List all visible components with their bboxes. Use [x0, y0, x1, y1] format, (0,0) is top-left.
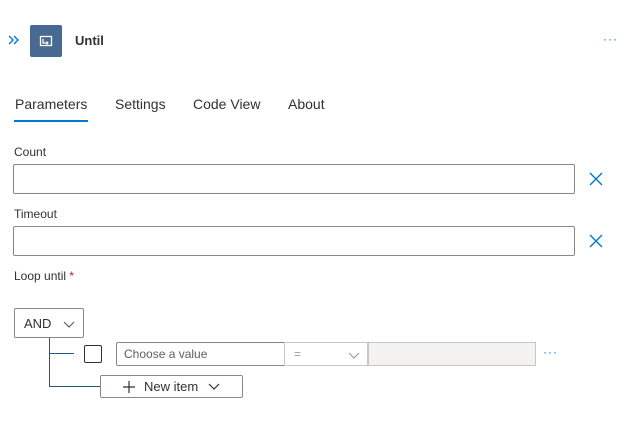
clear-timeout-icon[interactable] [587, 232, 605, 250]
timeout-label: Timeout [14, 207, 57, 221]
condition-row-checkbox[interactable] [84, 345, 102, 363]
operator-value: = [294, 347, 302, 361]
tab-parameters[interactable]: Parameters [15, 96, 87, 112]
tab-settings[interactable]: Settings [115, 96, 166, 112]
plus-icon [122, 380, 136, 394]
count-label: Count [14, 145, 47, 159]
chevron-down-icon [63, 318, 75, 333]
group-operator-select[interactable]: AND [14, 308, 84, 338]
chevron-down-icon [208, 382, 220, 392]
group-operator-value: AND [24, 315, 52, 331]
required-marker: * [69, 269, 75, 283]
new-item-label: New item [144, 379, 199, 394]
clear-count-icon[interactable] [587, 170, 605, 188]
tree-connector-new-item [49, 386, 100, 387]
tree-connector-row [49, 353, 74, 354]
tab-about[interactable]: About [288, 96, 325, 112]
count-input[interactable] [13, 164, 575, 194]
chevron-down-icon [348, 350, 360, 364]
right-value-input[interactable] [368, 342, 536, 366]
row-more-options-icon[interactable]: ··· [543, 345, 558, 359]
expand-panel-icon[interactable] [6, 32, 22, 48]
new-item-button[interactable]: New item [100, 375, 243, 398]
active-tab-indicator [14, 120, 88, 122]
timeout-input[interactable] [13, 226, 575, 256]
loop-until-label-text: Loop until [14, 269, 67, 283]
more-options-icon[interactable]: ··· [603, 32, 618, 46]
tree-connector-vertical [49, 338, 50, 386]
operator-select[interactable]: = [284, 342, 368, 366]
loop-until-label: Loop until * [14, 269, 74, 283]
action-title: Until [75, 33, 104, 48]
until-action-icon [30, 25, 62, 57]
tab-code-view[interactable]: Code View [193, 96, 260, 112]
choose-value-input[interactable] [116, 342, 284, 366]
